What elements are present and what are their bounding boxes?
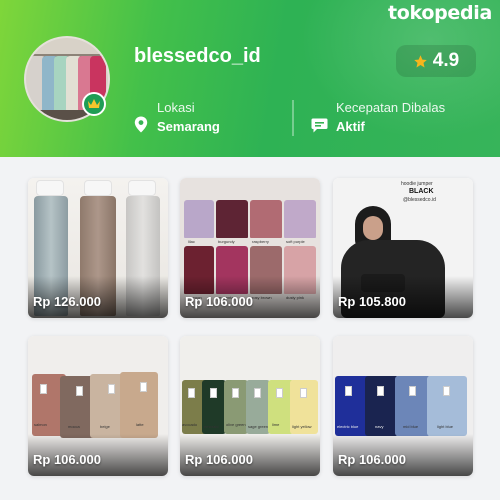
shop-name[interactable]: blessedco_id	[134, 45, 261, 68]
product-price: Rp 105.800	[338, 294, 406, 309]
shop-header: tokopedia blessedco_id 4.9 Lokasi Semara…	[0, 0, 500, 157]
color-label: salmon	[34, 422, 47, 427]
rating-value: 4.9	[432, 50, 460, 71]
color-label: lilac	[188, 239, 195, 244]
color-label: mocca	[68, 424, 80, 429]
product-price: Rp 106.000	[33, 452, 101, 467]
color-label: emerald	[204, 424, 219, 429]
color-label: mid blue	[403, 424, 419, 429]
color-label: burgundy	[218, 239, 235, 244]
color-label: light yellow	[292, 424, 312, 429]
product-card[interactable]: lilac burgundy raspberry soft purple mar…	[180, 178, 320, 318]
location-label: Lokasi	[157, 100, 195, 115]
caption-title: hoodie jumper	[401, 181, 433, 187]
color-label: electric blue	[337, 424, 359, 429]
color-label: latte	[136, 422, 144, 427]
location-value: Semarang	[157, 119, 220, 134]
color-label: navy	[375, 424, 384, 429]
response-speed-value: Aktif	[336, 119, 365, 134]
star-icon	[414, 54, 427, 67]
color-label: sage green	[248, 424, 269, 429]
location-pin-icon	[134, 116, 148, 133]
tokopedia-logo[interactable]: tokopedia	[388, 2, 492, 24]
product-card[interactable]: hoodie jumper BLACK @blessedco.id Rp 105…	[333, 178, 473, 318]
product-card[interactable]: Rp 126.000	[28, 178, 168, 318]
color-label: avocado	[182, 422, 198, 427]
product-price: Rp 106.000	[338, 452, 406, 467]
product-price: Rp 126.000	[33, 294, 101, 309]
product-card[interactable]: avocado emerald olive green sage green l…	[180, 336, 320, 476]
color-label: raspberry	[252, 239, 269, 244]
official-store-badge	[82, 92, 106, 116]
color-label: beige	[100, 424, 110, 429]
product-card[interactable]: salmon mocca beige latte Rp 106.000	[28, 336, 168, 476]
color-label: soft purple	[286, 239, 305, 244]
color-label: olive green	[226, 422, 246, 427]
chat-bubble-icon	[311, 118, 328, 133]
response-speed-label: Kecepatan Dibalas	[336, 100, 446, 115]
color-label: light blue	[437, 424, 454, 429]
caption-color: BLACK	[409, 188, 434, 195]
shop-rating[interactable]: 4.9	[396, 45, 476, 77]
product-price: Rp 106.000	[185, 452, 253, 467]
info-divider	[292, 100, 294, 136]
caption-shop: @blessedco.id	[403, 197, 436, 203]
product-card[interactable]: electric blue navy mid blue light blue R…	[333, 336, 473, 476]
color-label: lime	[272, 422, 280, 427]
product-price: Rp 106.000	[185, 294, 253, 309]
crown-icon	[88, 99, 100, 108]
